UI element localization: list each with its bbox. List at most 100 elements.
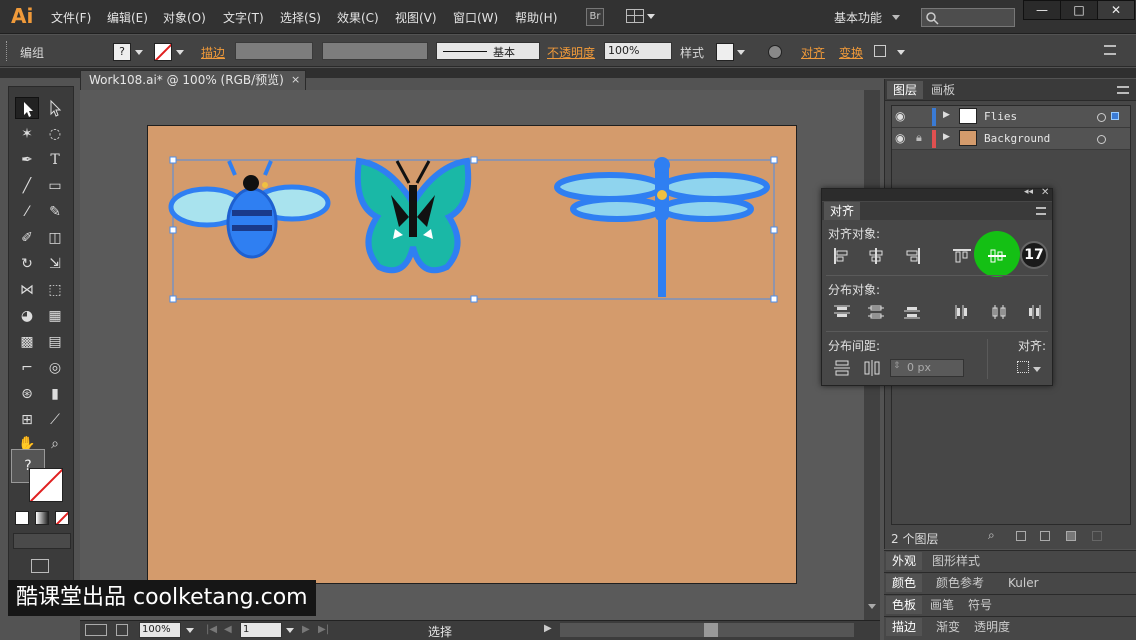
layer-row-background[interactable]: ◉ 🔒︎ ▶ Background: [892, 128, 1130, 150]
chevron-down-icon[interactable]: [286, 628, 294, 633]
chevron-down-icon[interactable]: [647, 14, 655, 19]
layer-name-flies[interactable]: Flies: [984, 110, 1017, 123]
gradient-mode-button[interactable]: [35, 511, 49, 525]
menu-effect[interactable]: 效果(C): [337, 9, 379, 26]
align-vertical-center-icon[interactable]: [987, 247, 1007, 265]
spacing-value[interactable]: 0 px: [907, 361, 931, 374]
rectangle-tool[interactable]: ▭: [43, 175, 67, 197]
view-icon[interactable]: [85, 624, 107, 636]
new-layer-icon[interactable]: [1066, 531, 1076, 541]
align-right-icon[interactable]: [902, 247, 922, 265]
column-graph-tool[interactable]: ▮: [43, 383, 67, 405]
expand-icon[interactable]: ▶: [943, 110, 950, 120]
tab-brushes[interactable]: 画笔: [924, 596, 960, 614]
stroke-swatch[interactable]: [154, 43, 172, 61]
target-icon[interactable]: [1097, 113, 1106, 122]
tab-graphic-styles[interactable]: 图形样式: [926, 552, 986, 570]
tab-color-guide[interactable]: 颜色参考: [930, 574, 990, 592]
menu-edit[interactable]: 编辑(E): [107, 9, 148, 26]
variable-width-field[interactable]: [322, 42, 428, 60]
drawing-modes[interactable]: [13, 533, 71, 549]
status-menu-icon[interactable]: ▶: [544, 623, 552, 634]
line-tool[interactable]: ╱: [15, 175, 39, 197]
artboard-tool[interactable]: ⊞: [15, 409, 39, 431]
distribute-top-icon[interactable]: [832, 303, 852, 321]
close-icon[interactable]: ✕: [1041, 187, 1049, 198]
type-tool[interactable]: T: [43, 149, 67, 171]
page-field[interactable]: 1: [240, 622, 282, 638]
none-mode-button[interactable]: [55, 511, 69, 525]
locate-object-icon[interactable]: ⌕: [988, 528, 995, 543]
menu-type[interactable]: 文字(T): [223, 9, 264, 26]
panel-menu-icon[interactable]: [1104, 45, 1116, 55]
fill-swatch[interactable]: ?: [113, 43, 131, 61]
last-page-icon[interactable]: ▶|: [318, 624, 329, 635]
chevron-down-icon[interactable]: [1033, 367, 1041, 372]
layer-name-background[interactable]: Background: [984, 132, 1050, 145]
spacing-input[interactable]: ⇕ 0 px: [890, 359, 964, 377]
pencil-tool[interactable]: ✎: [43, 201, 67, 223]
tab-transparency[interactable]: 透明度: [968, 618, 1016, 636]
screen-mode-button[interactable]: [31, 559, 49, 573]
transform-link[interactable]: 变换: [839, 44, 863, 61]
vertical-distribute-space-icon[interactable]: [832, 359, 852, 377]
align-to-dropdown-icon[interactable]: [1017, 361, 1029, 373]
scroll-thumb[interactable]: [704, 623, 718, 637]
align-panel-titlebar[interactable]: ◂◂ ✕: [822, 187, 1052, 201]
distribute-horizontal-center-icon[interactable]: [989, 303, 1009, 321]
collapse-icon[interactable]: ◂◂: [1024, 187, 1033, 197]
lasso-tool[interactable]: ◌: [43, 123, 67, 145]
stroke-weight-field[interactable]: [235, 42, 313, 60]
tab-swatches[interactable]: 色板: [886, 596, 923, 614]
stepper-icon[interactable]: ⇕: [893, 361, 901, 371]
new-sublayer-icon[interactable]: [1040, 531, 1050, 541]
stroke-style-dropdown[interactable]: 基本: [436, 42, 540, 60]
gradient-tool[interactable]: ▤: [43, 331, 67, 353]
tab-align[interactable]: 对齐: [824, 202, 861, 220]
arrange-documents-icon[interactable]: [626, 9, 644, 23]
tab-artboards[interactable]: 画板: [925, 81, 961, 99]
distribute-right-icon[interactable]: [1024, 303, 1044, 321]
pen-tool[interactable]: ✒: [15, 149, 39, 171]
align-top-icon[interactable]: [952, 247, 972, 265]
scale-tool[interactable]: ⇲: [43, 253, 67, 275]
chevron-down-icon[interactable]: [892, 15, 900, 20]
panel-menu-icon[interactable]: [1117, 86, 1129, 94]
distribute-bottom-icon[interactable]: [902, 303, 922, 321]
menu-object[interactable]: 对象(O): [163, 9, 206, 26]
first-page-icon[interactable]: |◀: [206, 624, 217, 635]
menu-file[interactable]: 文件(F): [51, 9, 91, 26]
eyedropper-tool[interactable]: ⌐: [15, 357, 39, 379]
tab-kuler[interactable]: Kuler: [1002, 574, 1045, 592]
chevron-down-icon[interactable]: [176, 50, 184, 55]
align-left-icon[interactable]: [832, 247, 852, 265]
opacity-label[interactable]: 不透明度: [547, 44, 595, 61]
lock-icon[interactable]: 🔒︎: [916, 131, 922, 145]
export-icon[interactable]: [116, 624, 128, 636]
distribute-vertical-center-icon[interactable]: [866, 303, 886, 321]
recolor-artwork-icon[interactable]: [768, 45, 782, 59]
close-tab-icon[interactable]: ×: [291, 73, 300, 86]
chevron-down-icon[interactable]: [135, 50, 143, 55]
free-transform-tool[interactable]: ⬚: [43, 279, 67, 301]
perspective-grid-tool[interactable]: ▦: [43, 305, 67, 327]
selected-art-indicator[interactable]: [1111, 112, 1119, 120]
layer-row-flies[interactable]: ◉ ▶ Flies: [892, 106, 1130, 128]
stroke-label[interactable]: 描边: [201, 44, 225, 61]
symbol-sprayer-tool[interactable]: ⊛: [15, 383, 39, 405]
zoom-tool[interactable]: ⌕: [43, 433, 67, 455]
scroll-down-icon[interactable]: [868, 604, 876, 609]
direct-selection-tool[interactable]: [43, 97, 67, 119]
bridge-button[interactable]: Br: [586, 8, 604, 26]
eraser-tool[interactable]: ◫: [43, 227, 67, 249]
mesh-tool[interactable]: ▩: [15, 331, 39, 353]
eye-icon[interactable]: ◉: [895, 109, 905, 123]
isolate-group-icon[interactable]: [874, 45, 886, 57]
paintbrush-tool[interactable]: ⁄: [15, 201, 39, 223]
expand-icon[interactable]: ▶: [943, 132, 950, 142]
chevron-down-icon[interactable]: [737, 50, 745, 55]
align-link[interactable]: 对齐: [801, 44, 825, 61]
tab-appearance[interactable]: 外观: [886, 552, 923, 570]
clipping-mask-icon[interactable]: [1016, 531, 1026, 541]
color-mode-button[interactable]: [15, 511, 29, 525]
